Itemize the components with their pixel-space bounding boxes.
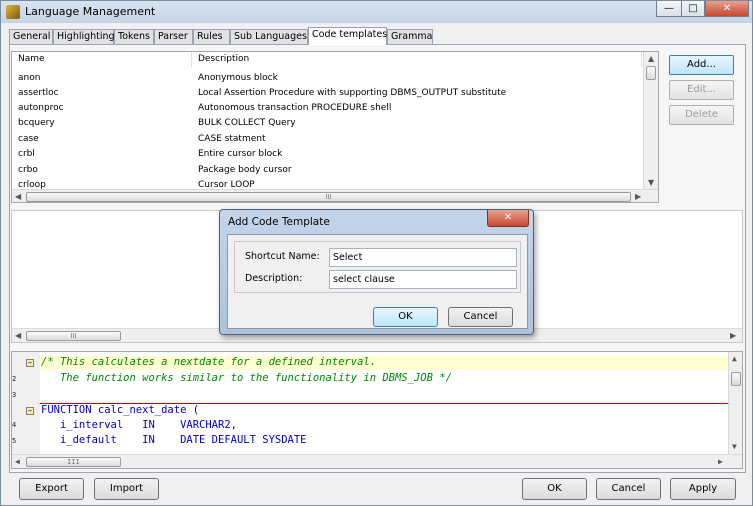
tab-rules[interactable]: Rules [193,29,230,44]
row-name: case [18,134,39,144]
dialog-fields-group: Shortcut Name: Select Description: selec… [234,241,521,293]
grid-hscroll-thumb[interactable]: III [26,192,631,202]
dialog-ok-button[interactable]: OK [373,307,438,327]
row-description: Package body cursor [198,165,292,175]
dialog-title: Add Code Template [228,216,330,228]
table-row[interactable]: autonproc Autonomous transaction PROCEDUR… [12,101,642,116]
tab-grammar[interactable]: Gramma [387,29,433,44]
row-description: CASE statment [198,134,266,144]
table-row[interactable]: anon Anonymous block [12,71,642,86]
shortcut-name-label: Shortcut Name: [245,251,320,262]
row-name: crbl [18,149,35,159]
code-line: i_default IN DATE DEFAULT SYSDATE [41,434,307,446]
table-row[interactable]: crbo Package body cursor [12,163,642,178]
scroll-right-icon[interactable]: ▶ [730,331,736,340]
scroll-up-icon[interactable]: ▲ [732,354,737,363]
scroll-up-icon[interactable]: ▲ [648,54,654,63]
scroll-down-icon[interactable]: ▼ [732,442,737,451]
title-bar[interactable]: Language Management — □ ✕ [1,1,752,23]
templates-grid: Name Description anon Anonymous block ass… [11,51,659,203]
add-button[interactable]: Add... [669,55,734,75]
shortcut-name-field[interactable]: Select [329,248,517,267]
description-label: Description: [245,273,303,284]
row-description: Entire cursor block [198,149,283,159]
dialog-body: Shortcut Name: Select Description: selec… [227,234,528,329]
ok-button[interactable]: OK [522,478,587,500]
tab-tokens[interactable]: Tokens [114,29,154,44]
import-button[interactable]: Import [94,478,159,500]
editor-horizontal-scrollbar[interactable]: ◀ III ▶ [12,454,742,468]
export-button[interactable]: Export [19,478,84,500]
tab-sub-languages[interactable]: Sub Languages [230,29,308,44]
row-description: BULK COLLECT Query [198,118,296,128]
row-name: crloop [18,180,46,189]
code-line: FUNCTION calc_next_date ( [41,404,200,416]
scroll-left-icon[interactable]: ◀ [15,457,20,466]
row-name: autonproc [18,103,64,113]
scroll-left-icon[interactable]: ◀ [15,192,21,201]
line-number: 4 [12,421,17,429]
preview-hscroll-thumb[interactable]: III [26,331,121,341]
row-name: bcquery [18,118,55,128]
close-button[interactable]: ✕ [705,1,749,17]
fold-marker-icon[interactable]: − [26,359,34,367]
editor-vscroll-thumb[interactable] [731,372,741,386]
language-management-window: Language Management — □ ✕ General Highli… [0,0,753,506]
code-line: i_interval IN VARCHAR2, [41,419,237,431]
edit-button[interactable]: Edit... [669,80,734,100]
row-description: Local Assertion Procedure with supportin… [198,88,507,98]
table-row[interactable]: case CASE statment [12,132,642,147]
scroll-down-icon[interactable]: ▼ [648,178,654,187]
table-row[interactable]: assertloc Local Assertion Procedure with … [12,86,642,101]
tab-highlighting[interactable]: Highlighting [53,29,115,44]
row-description: Cursor LOOP [198,180,255,189]
column-header-name[interactable]: Name [12,52,192,67]
editor-vertical-scrollbar[interactable]: ▲ ▼ [728,352,742,454]
row-name: anon [18,73,41,83]
table-row[interactable]: crloop Cursor LOOP [12,178,642,189]
grid-horizontal-scrollbar[interactable]: ◀ III ▶ [12,189,658,202]
window-title: Language Management [25,5,156,18]
grid-vscroll-thumb[interactable] [646,66,656,80]
add-code-template-dialog: Add Code Template ✕ Shortcut Name: Selec… [219,209,534,335]
code-editor[interactable]: − /* This calculates a nextdate for a de… [11,351,743,469]
tab-code-templates[interactable]: Code templates [308,27,387,45]
dialog-close-button[interactable]: ✕ [487,210,529,227]
app-icon [6,5,20,19]
delete-button[interactable]: Delete [669,105,734,125]
cancel-button[interactable]: Cancel [596,478,661,500]
scroll-left-icon[interactable]: ◀ [15,331,21,340]
grid-vertical-scrollbar[interactable]: ▲ ▼ [643,52,658,189]
table-row[interactable]: crbl Entire cursor block [12,147,642,162]
scroll-right-icon[interactable]: ▶ [635,192,641,201]
line-number: 2 [12,375,17,383]
row-name: assertloc [18,88,59,98]
row-description: Anonymous block [198,73,278,83]
row-description: Autonomous transaction PROCEDURE shell [198,103,392,113]
minimize-button[interactable]: — [656,1,682,17]
fold-marker-icon[interactable]: − [26,407,34,415]
scroll-right-icon[interactable]: ▶ [718,457,723,466]
tab-parser[interactable]: Parser [154,29,193,44]
column-header-description[interactable]: Description [192,52,642,67]
table-row[interactable]: bcquery BULK COLLECT Query [12,116,642,131]
maximize-button[interactable]: □ [681,1,705,17]
row-name: crbo [18,165,38,175]
line-number: 3 [12,391,17,399]
editor-hscroll-thumb[interactable]: III [26,457,121,467]
apply-button[interactable]: Apply [670,478,736,500]
code-line: The function works similar to the functi… [41,372,452,384]
line-number: 5 [12,437,17,445]
code-line: /* This calculates a nextdate for a defi… [41,356,377,368]
description-field[interactable]: select clause [329,270,517,289]
tab-general[interactable]: General [9,29,53,44]
dialog-cancel-button[interactable]: Cancel [448,307,513,327]
